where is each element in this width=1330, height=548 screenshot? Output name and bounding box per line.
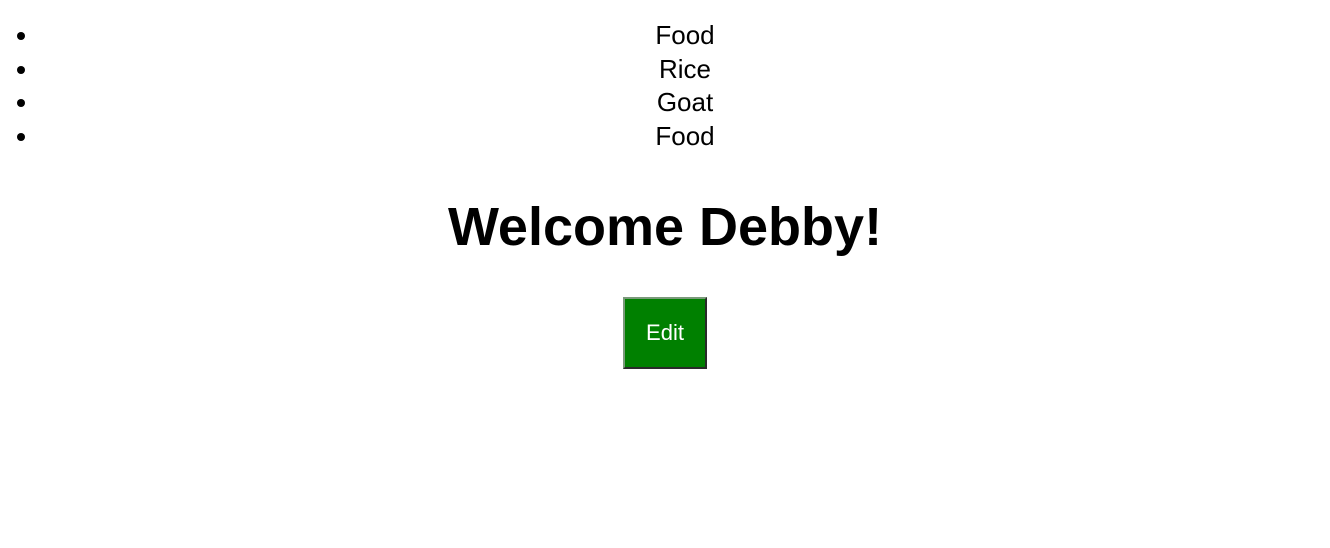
list-item: Goat — [40, 86, 1330, 120]
button-container: Edit — [0, 297, 1330, 369]
list-item: Food — [40, 19, 1330, 53]
edit-button[interactable]: Edit — [623, 297, 707, 369]
list-item: Rice — [40, 53, 1330, 87]
list-item: Food — [40, 120, 1330, 154]
food-list: Food Rice Goat Food — [0, 19, 1330, 153]
welcome-heading: Welcome Debby! — [447, 197, 883, 257]
